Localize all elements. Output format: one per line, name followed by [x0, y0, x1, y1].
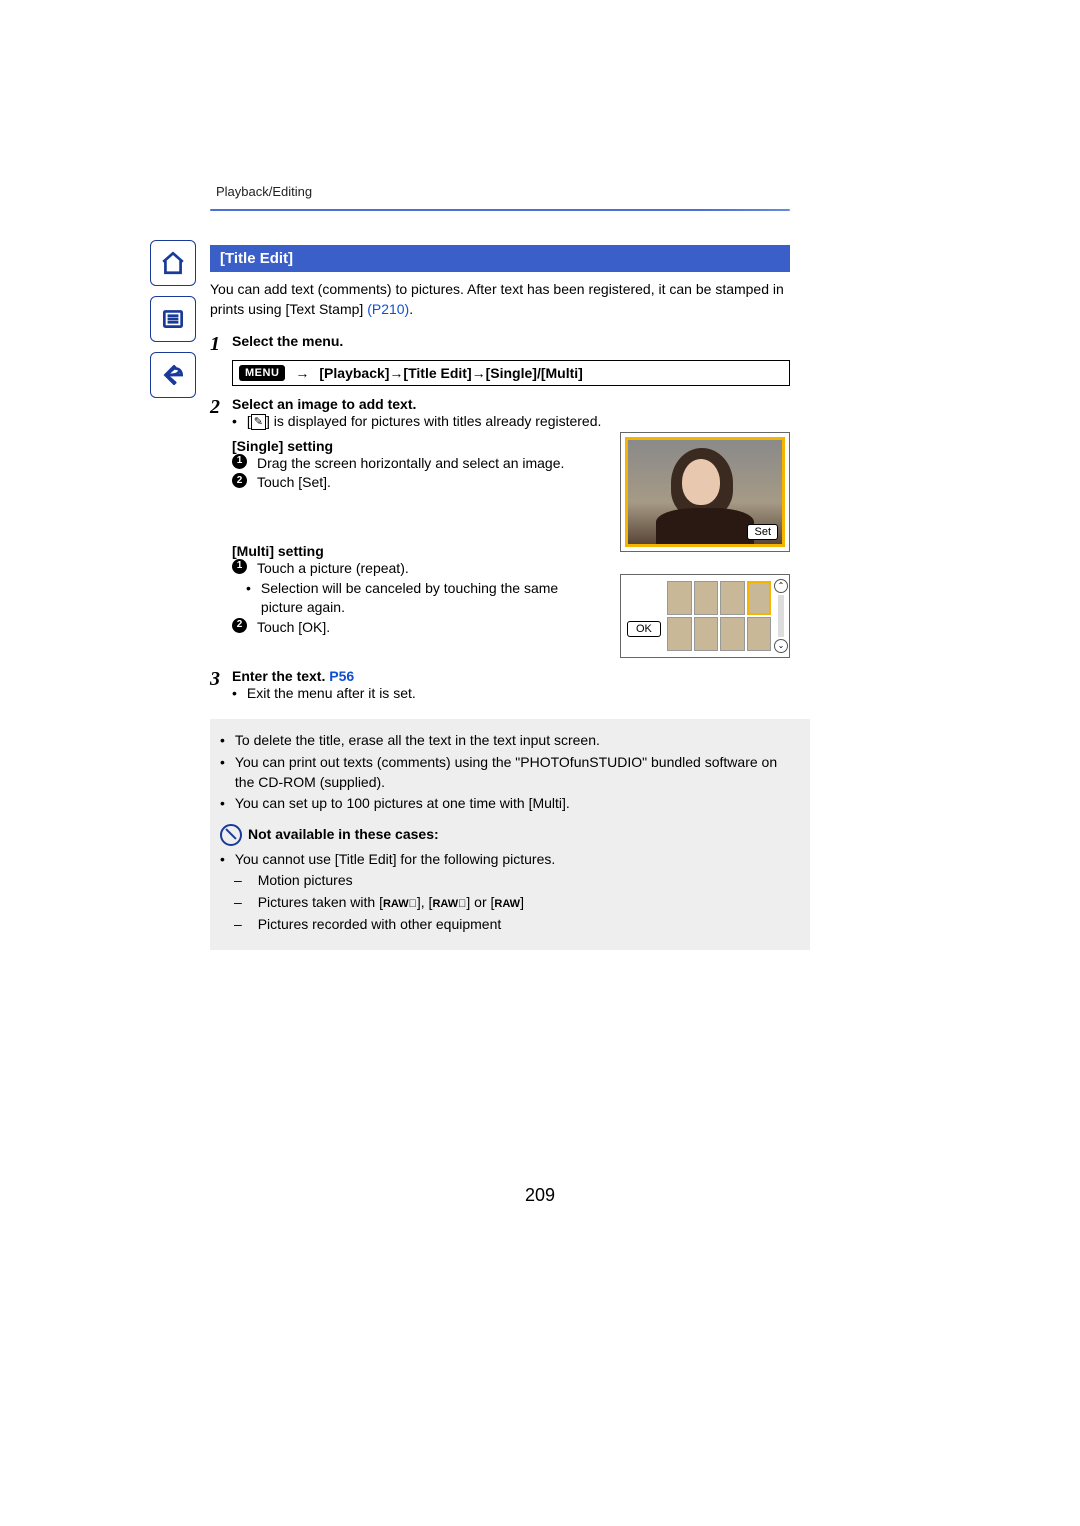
step-2-note: [✎] is displayed for pictures with title… [232, 412, 790, 432]
thumb[interactable] [667, 617, 692, 651]
thumb[interactable] [667, 581, 692, 615]
multi-step-2: Touch [OK]. [257, 618, 330, 638]
breadcrumb: Playback/Editing [210, 180, 790, 209]
menu-chip: MENU [239, 365, 285, 381]
na-motion: Motion pictures [258, 871, 353, 891]
multi-preview-frame: OK ⌃ ⌄ [620, 574, 790, 658]
thumb-selected[interactable] [747, 581, 772, 615]
step-1-title: Select the menu. [232, 333, 343, 349]
num-1-icon: 1 [232, 454, 247, 469]
single-step-1: Drag the screen horizontally and select … [257, 454, 564, 474]
num-2-icon-b: 2 [232, 618, 247, 633]
note-1: To delete the title, erase all the text … [235, 731, 600, 751]
single-preview-frame: Set [620, 432, 790, 552]
thumb[interactable] [694, 617, 719, 651]
not-available-title: Not available in these cases: [248, 824, 439, 845]
title-registered-icon: ✎ [251, 414, 266, 430]
scroll-down-icon[interactable]: ⌄ [774, 639, 788, 653]
back-arrow-icon [160, 362, 186, 388]
step-3-note: Exit the menu after it is set. [247, 684, 416, 704]
notes-box: To delete the title, erase all the text … [210, 719, 810, 950]
single-step-2: Touch [Set]. [257, 473, 331, 493]
link-p210[interactable]: (P210) [367, 301, 409, 317]
ok-button[interactable]: OK [627, 621, 661, 637]
step-1-number: 1 [210, 334, 232, 354]
header-divider [210, 209, 790, 211]
step-3-title: Enter the text. [232, 668, 329, 684]
multi-step-1: Touch a picture (repeat). [257, 559, 409, 579]
multi-setting-head: [Multi] setting [232, 543, 604, 559]
multi-thumbnails[interactable] [667, 581, 771, 651]
na-other: Pictures recorded with other equipment [258, 915, 502, 935]
set-button[interactable]: Set [747, 524, 778, 540]
intro-text: You can add text (comments) to pictures.… [210, 280, 790, 319]
thumb[interactable] [747, 617, 772, 651]
na-raw: Pictures taken with [RAW􀂇], [RAW􀂈] or [R… [258, 893, 524, 913]
menu-arrow: → [295, 365, 309, 381]
scroll-up-icon[interactable]: ⌃ [774, 579, 788, 593]
step-3-number: 3 [210, 669, 232, 689]
back-icon-button[interactable] [150, 352, 196, 398]
step-2-number: 2 [210, 397, 232, 417]
note-2: You can print out texts (comments) using… [235, 753, 800, 792]
scroll-track[interactable] [778, 595, 784, 637]
na-lead: You cannot use [Title Edit] for the foll… [235, 850, 555, 870]
page-number: 209 [0, 1185, 1080, 1206]
scrollbar[interactable]: ⌃ ⌄ [775, 579, 787, 653]
multi-step-1-sub: Selection will be canceled by touching t… [261, 579, 604, 618]
num-2-icon: 2 [232, 473, 247, 488]
thumb[interactable] [720, 581, 745, 615]
thumb[interactable] [694, 581, 719, 615]
single-setting-head: [Single] setting [232, 438, 604, 454]
single-preview-image: Set [625, 437, 785, 547]
link-p56[interactable]: P56 [329, 668, 354, 684]
menu-path-text: [Playback]→[Title Edit]→[Single]/[Multi] [319, 365, 582, 381]
step-2-title: Select an image to add text. [232, 396, 416, 412]
toc-icon-button[interactable] [150, 296, 196, 342]
note-3: You can set up to 100 pictures at one ti… [235, 794, 570, 814]
thumb[interactable] [720, 617, 745, 651]
menu-path-box: MENU → [Playback]→[Title Edit]→[Single]/… [232, 360, 790, 386]
num-1-icon-b: 1 [232, 559, 247, 574]
list-icon [160, 306, 186, 332]
section-title: [Title Edit] [210, 245, 790, 272]
home-icon [160, 250, 186, 276]
home-icon-button[interactable] [150, 240, 196, 286]
not-available-icon [220, 824, 242, 846]
